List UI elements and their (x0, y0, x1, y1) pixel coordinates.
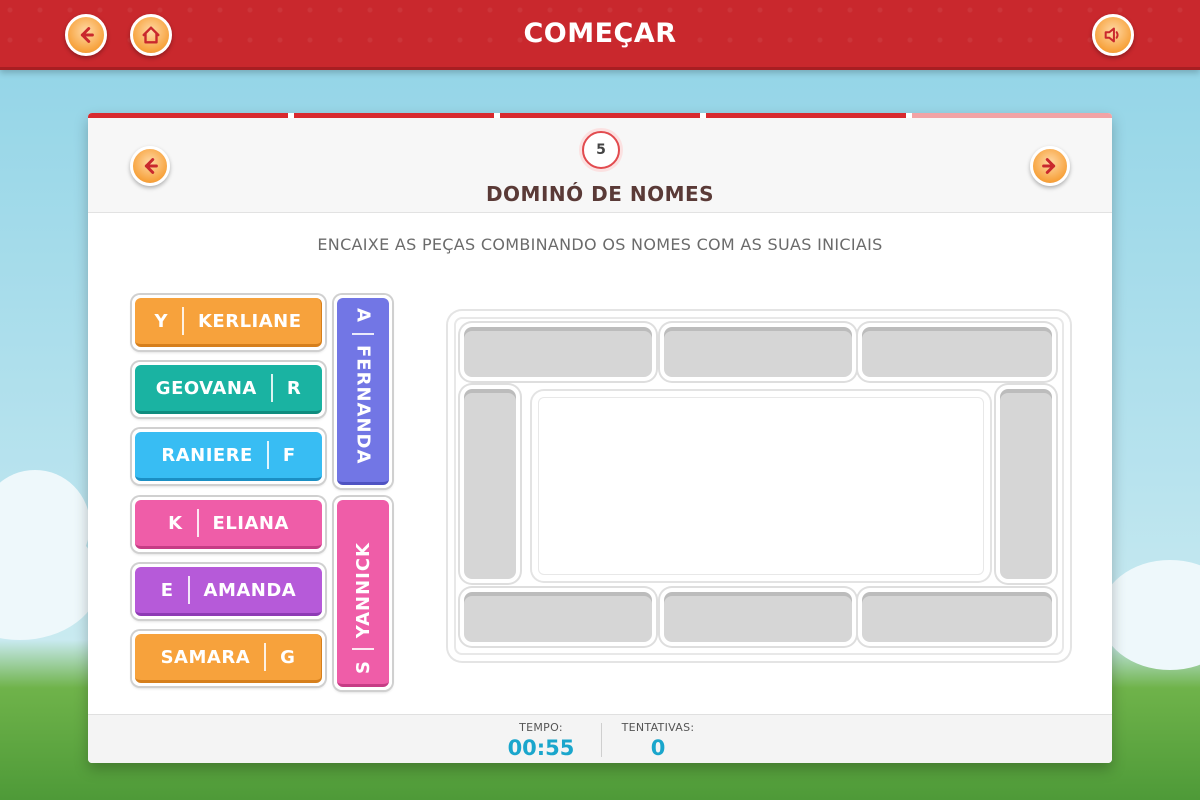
piece-left-text: GEOVANA (155, 377, 257, 399)
piece-right-text: R (286, 377, 302, 399)
cloud (1100, 560, 1200, 670)
piece-top-text: A (352, 308, 374, 323)
piece-divider (196, 509, 199, 537)
domino-piece[interactable]: K ELIANA (132, 497, 325, 552)
piece-divider (352, 648, 374, 651)
board-slot[interactable] (858, 588, 1056, 646)
piece-divider (266, 441, 269, 469)
domino-piece[interactable]: SAMARA G (132, 631, 325, 686)
activity-card: 5 DOMINÓ DE NOMES ENCAIXE AS PEÇAS COMBI… (88, 113, 1112, 763)
piece-left-text: SAMARA (160, 646, 251, 668)
time-label: TEMPO: (519, 721, 563, 734)
time-value: 00:55 (507, 736, 575, 760)
piece-right-text: ELIANA (212, 512, 289, 534)
next-activity-button[interactable] (1030, 146, 1070, 186)
stat-divider (601, 723, 602, 757)
domino-piece[interactable]: RANIERE F (132, 429, 325, 484)
piece-right-text: F (282, 444, 296, 466)
step-badge: 5 (582, 131, 620, 169)
board-center (532, 391, 990, 581)
piece-divider (181, 307, 184, 335)
piece-top-text: YANNICK (352, 541, 374, 639)
piece-left-text: K (168, 512, 183, 534)
speaker-icon (1104, 27, 1119, 43)
domino-piece-vertical[interactable]: A FERNANDA (334, 295, 392, 488)
piece-divider (270, 374, 273, 402)
board-slot[interactable] (460, 385, 520, 583)
domino-board (448, 311, 1070, 661)
board-slot[interactable] (996, 385, 1056, 583)
card-header: 5 DOMINÓ DE NOMES (88, 118, 1112, 213)
piece-right-text: AMANDA (203, 579, 297, 601)
prev-activity-button[interactable] (130, 146, 170, 186)
page-title: COMEÇAR (523, 18, 677, 49)
domino-piece[interactable]: Y KERLIANE (132, 295, 325, 350)
instruction-text: ENCAIXE AS PEÇAS COMBINANDO OS NOMES COM… (317, 235, 883, 254)
board-slot[interactable] (660, 323, 856, 381)
arrow-left-icon (144, 158, 158, 174)
piece-divider (352, 332, 374, 335)
piece-divider (187, 576, 190, 604)
domino-piece-vertical[interactable]: S YANNICK (334, 497, 392, 690)
sound-button[interactable] (1092, 14, 1134, 56)
board-slot[interactable] (660, 588, 856, 646)
attempts-stat: TENTATIVAS: 0 (608, 721, 708, 760)
board-slot[interactable] (460, 323, 656, 381)
piece-left-text: E (160, 579, 174, 601)
piece-bottom-text: S (352, 660, 374, 674)
piece-left-text: RANIERE (161, 444, 253, 466)
piece-bottom-text: FERNANDA (352, 344, 374, 465)
piece-divider (264, 643, 267, 671)
domino-piece[interactable]: GEOVANA R (132, 362, 325, 417)
piece-right-text: KERLIANE (197, 310, 302, 332)
domino-piece[interactable]: E AMANDA (132, 564, 325, 619)
piece-left-text: Y (154, 310, 168, 332)
footer-stats: TEMPO: 00:55 TENTATIVAS: 0 (88, 714, 1112, 763)
board-slot[interactable] (460, 588, 656, 646)
activity-title: DOMINÓ DE NOMES (485, 182, 715, 206)
time-stat: TEMPO: 00:55 (486, 721, 596, 760)
piece-right-text: G (280, 646, 296, 668)
top-bar: COMEÇAR (0, 0, 1200, 70)
board-slot[interactable] (858, 323, 1056, 381)
attempts-value: 0 (650, 736, 666, 760)
attempts-label: TENTATIVAS: (621, 721, 695, 734)
arrow-right-icon (1042, 158, 1056, 174)
